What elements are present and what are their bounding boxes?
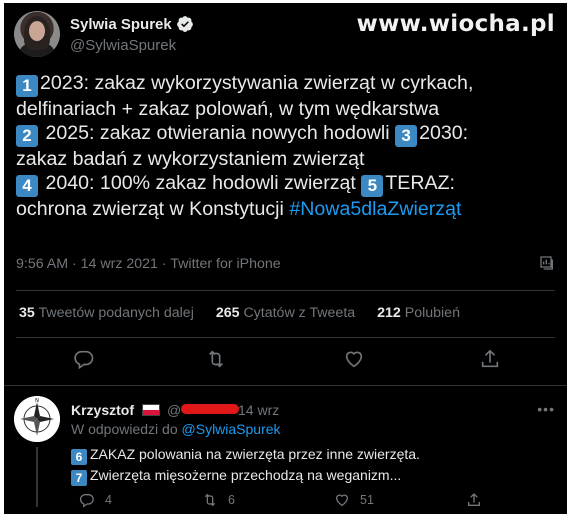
like-count: 51 — [360, 493, 374, 507]
likes-stat[interactable]: 212 Polubień — [377, 305, 460, 321]
redacted-handle — [181, 404, 240, 414]
reply-to: W odpowiedzi do @SylwiaSpurek — [71, 421, 281, 437]
reply-text: 6 ZAKAZ polowania na zwierzęta przez inne… — [71, 444, 551, 486]
avatar[interactable] — [14, 11, 60, 57]
author-handle[interactable]: @SylwiaSpurek — [70, 37, 176, 54]
hashtag-link[interactable]: #Nowa5dlaZwierząt — [289, 198, 461, 220]
reply-author-handle[interactable]: @ — [167, 402, 240, 418]
tweet-frame: www.wiocha.pl Sylwia Spurek @SylwiaSpure… — [4, 3, 567, 514]
flag-poland-icon — [142, 404, 160, 416]
divider — [16, 337, 555, 338]
divider — [16, 290, 555, 291]
quotes-stat[interactable]: 265 Cytatów z Tweeta — [216, 305, 355, 321]
tweet-line: ochrona zwierząt w Konstytucji #Nowa5dla… — [16, 198, 462, 220]
tweet-stats: 35 Tweetów podanych dalej 265 Cytatów z … — [19, 305, 478, 321]
compass-avatar-icon[interactable]: N — [14, 396, 60, 442]
reply-icon — [79, 494, 94, 508]
like-icon — [335, 494, 349, 507]
tweet-line: zakaz badań z wykorzystaniem zwierząt — [16, 148, 365, 170]
divider — [4, 385, 567, 386]
tweet-line: 1 2023: zakaz wykorzystywania zwierząt w … — [16, 71, 561, 97]
watermark: www.wiocha.pl — [356, 11, 555, 37]
analytics-icon[interactable] — [539, 255, 555, 271]
keycap-6-icon: 6 — [71, 449, 87, 465]
keycap-7-icon: 7 — [71, 470, 87, 486]
reply-like-button[interactable]: 51 — [334, 492, 374, 508]
share-icon — [468, 493, 480, 506]
retweet-icon[interactable] — [205, 348, 227, 370]
keycap-5-icon: 5 — [361, 175, 384, 197]
verified-icon — [177, 16, 193, 32]
reply-icon[interactable] — [73, 348, 95, 370]
more-icon[interactable]: ••• — [537, 401, 555, 417]
keycap-4-icon: 4 — [16, 175, 38, 197]
reply-to-mention[interactable]: @SylwiaSpurek — [182, 421, 281, 437]
retweet-icon — [204, 493, 216, 507]
retweets-stat[interactable]: 35 Tweetów podanych dalej — [19, 305, 194, 321]
reply-retweet-button[interactable]: 6 — [202, 492, 235, 508]
tweet-line: delfinariach + zakaz polowań, w tym wędk… — [16, 98, 440, 120]
tweet-line: 2 2025: zakaz otwierania nowych hodowli … — [16, 121, 561, 147]
thread-line — [36, 447, 38, 507]
retweet-count: 6 — [228, 493, 235, 507]
reply-author-name[interactable]: Krzysztof — [71, 402, 134, 418]
author-name[interactable]: Sylwia Spurek — [70, 16, 172, 33]
reply-reply-button[interactable]: 4 — [79, 492, 112, 508]
svg-text:N: N — [35, 398, 39, 404]
keycap-2-icon: 2 — [16, 125, 38, 147]
share-icon[interactable] — [479, 348, 501, 370]
reply-count: 4 — [105, 493, 112, 507]
like-icon[interactable] — [343, 348, 365, 370]
tweet-meta[interactable]: 9:56 AM · 14 wrz 2021 · Twitter for iPho… — [16, 256, 281, 272]
keycap-1-icon: 1 — [16, 75, 38, 97]
tweet-line: 4 2040: 100% zakaz hodowli zwierząt 5 TER… — [16, 171, 561, 197]
reply-date[interactable]: 14 wrz — [238, 402, 279, 418]
reply-line: 7 Zwierzęta mięsożerne przechodzą na wega… — [71, 465, 551, 486]
reply-share-button[interactable] — [466, 492, 492, 508]
tweet-text: 1 2023: zakaz wykorzystywania zwierząt w … — [16, 71, 561, 221]
reply-line: 6 ZAKAZ polowania na zwierzęta przez inne… — [71, 444, 551, 465]
keycap-3-icon: 3 — [395, 125, 418, 147]
